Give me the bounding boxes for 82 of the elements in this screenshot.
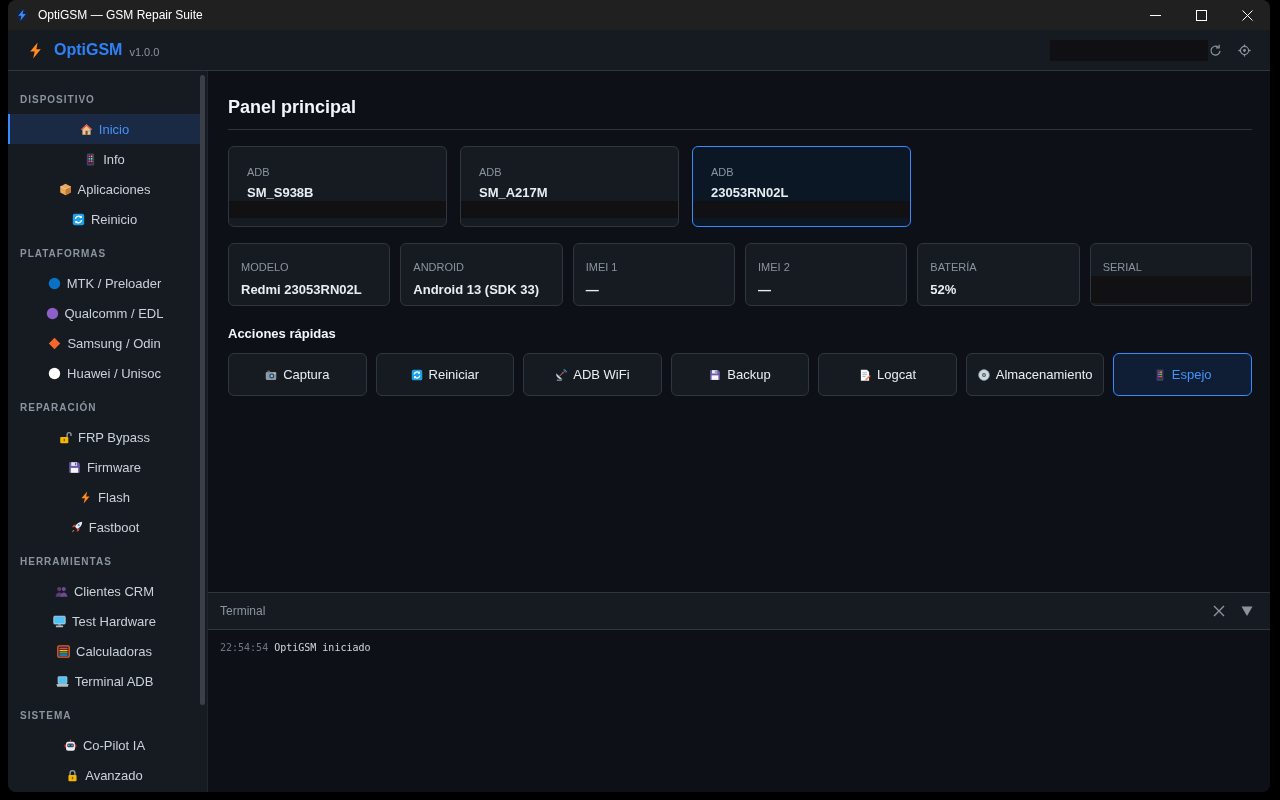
device-card[interactable]: ADB SM_S938B [228,146,447,227]
info-label: SERIAL [1102,260,1142,274]
device-card[interactable]: ADB 23053RN02L [692,146,911,227]
close-icon[interactable] [1213,605,1225,617]
laptop-icon [55,674,69,688]
sidebar-item[interactable]: Aplicaciones [8,174,201,204]
camera-icon [265,368,278,381]
info-label: IMEI 2 [758,260,790,274]
abacus-icon [57,644,71,658]
sidebar-item[interactable]: Info [8,144,201,174]
disc-icon [977,368,990,381]
log-message: OptiGSM iniciado [274,641,371,655]
info-value: Android 13 (SDK 33) [413,281,539,298]
lightning-icon [29,41,42,59]
sidebar-item[interactable]: Firmware [8,452,201,482]
action-button[interactable]: Espejo [1113,353,1252,396]
sidebar-item[interactable]: Inicio [8,114,201,144]
satellite-dish-icon [555,368,568,381]
robot-icon [63,738,77,752]
terminal-title: Terminal [220,604,266,618]
sidebar-item[interactable]: MTK / Preloader [8,268,201,298]
sidebar-item[interactable]: Test Hardware [8,606,201,636]
sidebar-item[interactable]: Terminal ADB [8,666,201,696]
app-name: OptiGSM [54,41,123,59]
sidebar-item[interactable]: Samsung / Odin [8,328,201,358]
people-icon [54,584,68,598]
info-value: Redmi 23053RN02L [241,281,362,298]
section-heading: SISTEMA [19,709,73,723]
connection-label: ADB [479,165,502,179]
sidebar-item[interactable]: Calculadoras [8,636,201,666]
maximize-icon[interactable] [1195,9,1207,21]
section-heading: DISPOSITIVO [19,93,96,107]
connection-label: ADB [711,165,734,179]
memo-icon [859,368,872,381]
sidebar-item[interactable]: Co-Pilot IA [8,730,201,760]
section-title: Acciones rápidas [228,325,336,342]
device-name: 23053RN02L [711,184,789,201]
action-button[interactable]: ADB WiFi [523,353,662,396]
info-value: — [585,281,599,298]
settings-icon[interactable] [1238,43,1251,57]
device-name: SM_S938B [247,184,314,201]
open-padlock-icon [59,430,72,444]
sidebar-item[interactable]: FRP Bypass [8,422,201,452]
connection-label: ADB [247,165,270,179]
house-icon [79,122,93,136]
window-title: OptiGSM — GSM Repair Suite [38,8,203,22]
package-icon [58,182,72,196]
info-label: BATERÍA [930,260,977,274]
section-heading: REPARACIÓN [19,400,98,415]
collapse-icon[interactable] [1241,605,1253,617]
sidebar-item[interactable]: Avanzado [8,760,201,790]
info-label: ANDROID [413,260,465,274]
refresh-icon [410,368,423,381]
scrollbar-thumb[interactable] [200,75,205,705]
section-heading: HERRAMIENTAS [19,555,113,569]
sidebar-item[interactable]: Fastboot [8,512,201,542]
info-label: MODELO [241,260,289,274]
refresh-icon[interactable] [1209,43,1222,57]
device-card[interactable]: ADB SM_A217M [460,146,679,227]
info-value: 52% [930,281,957,298]
action-button[interactable]: Reiniciar [375,353,515,396]
device-name: SM_A217M [479,184,548,201]
log-timestamp: 22:54:54 [220,641,269,655]
refresh-icon [71,212,85,226]
page-title: Panel principal [228,96,357,119]
monitor-icon [53,614,67,628]
action-button[interactable]: Backup [670,353,810,396]
rocket-icon [69,520,83,534]
padlock-icon [66,768,80,782]
info-label: IMEI 1 [585,260,618,274]
version-label: v1.0.0 [129,45,160,58]
section-heading: PLATAFORMAS [19,247,108,261]
info-value: — [758,281,771,298]
sidebar-item[interactable]: Huawei / Unisoc [8,358,201,388]
lightning-icon [15,8,29,22]
action-button[interactable]: Captura [228,353,367,396]
sidebar-item[interactable]: Qualcomm / EDL [8,298,201,328]
sidebar-item[interactable]: Reinicio [8,204,201,234]
sidebar-item[interactable]: Clientes CRM [8,576,201,606]
action-button[interactable]: Almacenamiento [965,353,1105,396]
action-button[interactable]: Logcat [818,353,957,396]
sidebar-item[interactable]: Flash [8,482,201,512]
